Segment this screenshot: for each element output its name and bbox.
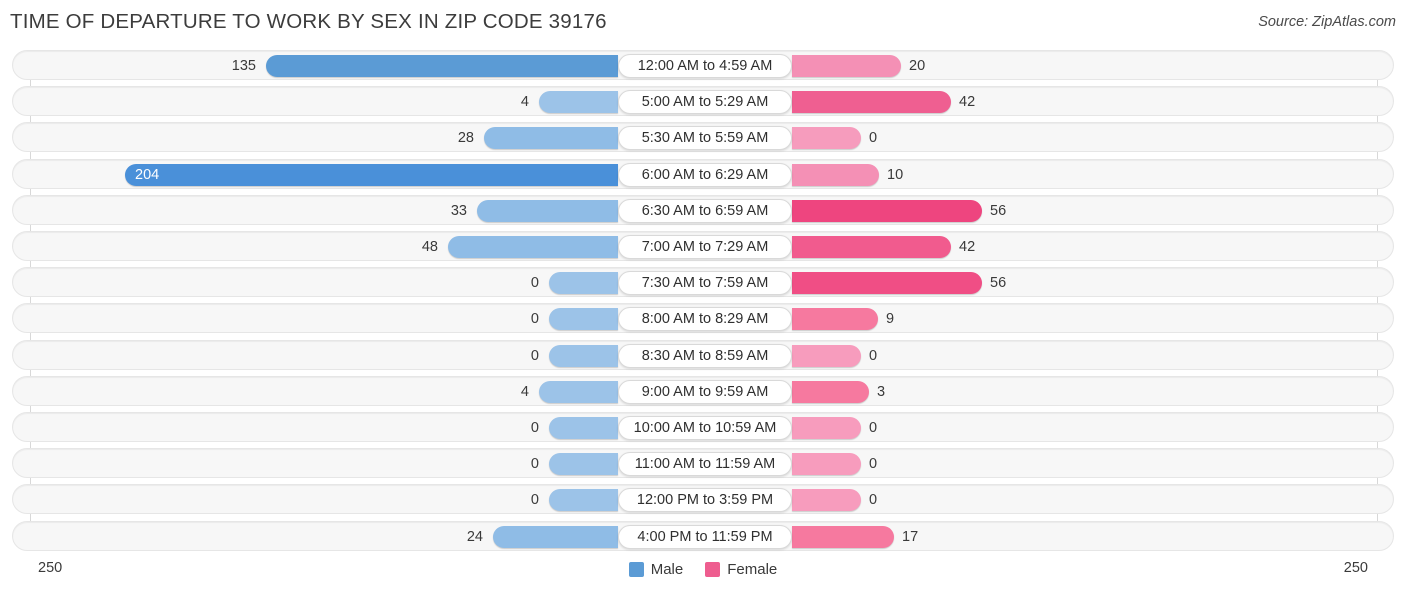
value-female: 20 (909, 58, 926, 74)
bar-female[interactable] (792, 380, 869, 403)
page-title: TIME OF DEPARTURE TO WORK BY SEX IN ZIP … (10, 10, 607, 33)
category-label[interactable]: 12:00 PM to 3:59 PM (618, 488, 792, 513)
table-row[interactable]: 0 0 11:00 AM to 11:59 AM (12, 448, 1394, 479)
value-female: 42 (959, 239, 976, 255)
table-row[interactable]: 33 56 6:30 AM to 6:59 AM (12, 194, 1394, 225)
legend: Male Female (0, 561, 1406, 578)
value-female: 9 (886, 311, 895, 328)
bar-male[interactable] (549, 453, 618, 476)
value-male: 0 (530, 311, 539, 328)
bar-female[interactable] (792, 308, 878, 331)
table-row[interactable]: 204 10 6:00 AM to 6:29 AM (12, 158, 1394, 189)
value-male: 0 (530, 456, 539, 473)
value-male: 0 (530, 347, 539, 364)
bar-female[interactable] (792, 163, 879, 186)
category-label[interactable]: 4:00 PM to 11:59 PM (618, 524, 792, 549)
bar-female[interactable] (792, 236, 951, 258)
value-female: 3 (877, 383, 886, 400)
bar-male[interactable] (549, 489, 618, 512)
category-label[interactable]: 5:00 AM to 5:29 AM (618, 90, 792, 115)
value-male: 0 (530, 420, 539, 436)
category-label[interactable]: 9:00 AM to 9:59 AM (618, 379, 792, 404)
value-male: 4 (520, 94, 529, 111)
legend-swatch-male-icon (628, 562, 644, 577)
category-label[interactable]: 7:00 AM to 7:29 AM (618, 235, 792, 259)
value-male: 28 (457, 130, 474, 147)
legend-label-male: Male (650, 561, 684, 578)
chart-footer: 250 250 Male Female (0, 552, 1406, 595)
bar-female[interactable] (792, 417, 861, 439)
value-male: 48 (421, 239, 438, 255)
category-label[interactable]: 6:00 AM to 6:29 AM (618, 162, 792, 187)
chart-header: TIME OF DEPARTURE TO WORK BY SEX IN ZIP … (0, 0, 1406, 44)
legend-label-female: Female (727, 561, 778, 578)
value-female: 0 (869, 130, 878, 147)
category-label[interactable]: 11:00 AM to 11:59 AM (618, 452, 792, 477)
value-male: 33 (450, 202, 467, 219)
table-row[interactable]: 0 56 7:30 AM to 7:59 AM (12, 267, 1394, 298)
table-row[interactable]: 135 20 12:00 AM to 4:59 AM (12, 50, 1394, 80)
legend-swatch-female-icon (705, 562, 721, 577)
bar-male[interactable] (549, 272, 618, 295)
value-male: 135 (231, 58, 256, 74)
value-female: 0 (869, 347, 878, 364)
bar-male[interactable] (539, 380, 618, 403)
category-label[interactable]: 12:00 AM to 4:59 AM (618, 54, 792, 78)
bar-male[interactable] (493, 525, 618, 548)
table-row[interactable]: 28 0 5:30 AM to 5:59 AM (12, 122, 1394, 153)
category-label[interactable]: 6:30 AM to 6:59 AM (618, 198, 792, 223)
value-male: 0 (530, 492, 539, 509)
legend-item-male[interactable]: Male (628, 561, 684, 578)
bar-male[interactable] (477, 199, 618, 222)
table-row[interactable]: 0 0 10:00 AM to 10:59 AM (12, 412, 1394, 442)
bar-female[interactable] (792, 127, 861, 150)
bar-male[interactable] (549, 344, 618, 367)
table-row[interactable]: 0 0 12:00 PM to 3:59 PM (12, 484, 1394, 515)
bar-male[interactable] (539, 91, 618, 114)
table-row[interactable]: 0 9 8:00 AM to 8:29 AM (12, 303, 1394, 334)
bar-female[interactable] (792, 453, 861, 476)
value-female: 10 (887, 166, 904, 183)
bar-female[interactable] (792, 55, 901, 77)
bar-male[interactable] (549, 417, 618, 439)
table-row[interactable]: 24 17 4:00 PM to 11:59 PM (12, 520, 1394, 551)
bar-male[interactable] (549, 308, 618, 331)
value-female: 56 (990, 202, 1007, 219)
table-row[interactable]: 4 42 5:00 AM to 5:29 AM (12, 86, 1394, 117)
chart-plot-area: 135 20 12:00 AM to 4:59 AM 4 42 5:00 AM to 5:… (0, 44, 1406, 552)
legend-item-female[interactable]: Female (705, 561, 777, 578)
table-row[interactable]: 0 0 8:30 AM to 8:59 AM (12, 339, 1394, 370)
bar-male[interactable] (448, 236, 618, 258)
value-female: 17 (902, 528, 919, 545)
value-male: 4 (520, 383, 529, 400)
bar-male[interactable] (266, 55, 618, 77)
category-label[interactable]: 7:30 AM to 7:59 AM (618, 271, 792, 296)
value-male: 0 (530, 275, 539, 292)
value-female: 0 (869, 456, 878, 473)
value-male: 204 (135, 166, 160, 183)
category-label[interactable]: 10:00 AM to 10:59 AM (618, 416, 792, 440)
category-label[interactable]: 5:30 AM to 5:59 AM (618, 126, 792, 151)
category-label[interactable]: 8:30 AM to 8:59 AM (618, 343, 792, 368)
value-female: 0 (869, 492, 878, 509)
source-attribution: Source: ZipAtlas.com (1258, 14, 1396, 30)
bar-female[interactable] (792, 525, 894, 548)
bar-female[interactable] (792, 91, 951, 114)
bar-female[interactable] (792, 272, 982, 295)
bar-female[interactable] (792, 489, 861, 512)
value-female: 42 (959, 94, 976, 111)
value-female: 0 (869, 420, 878, 436)
bar-male[interactable] (484, 127, 618, 150)
bar-female[interactable] (792, 344, 861, 367)
value-female: 56 (990, 275, 1007, 292)
bar-male[interactable] (125, 163, 618, 186)
category-label[interactable]: 8:00 AM to 8:29 AM (618, 307, 792, 332)
value-male: 24 (466, 528, 483, 545)
table-row[interactable]: 48 42 7:00 AM to 7:29 AM (12, 231, 1394, 261)
table-row[interactable]: 4 3 9:00 AM to 9:59 AM (12, 375, 1394, 406)
bar-female[interactable] (792, 199, 982, 222)
